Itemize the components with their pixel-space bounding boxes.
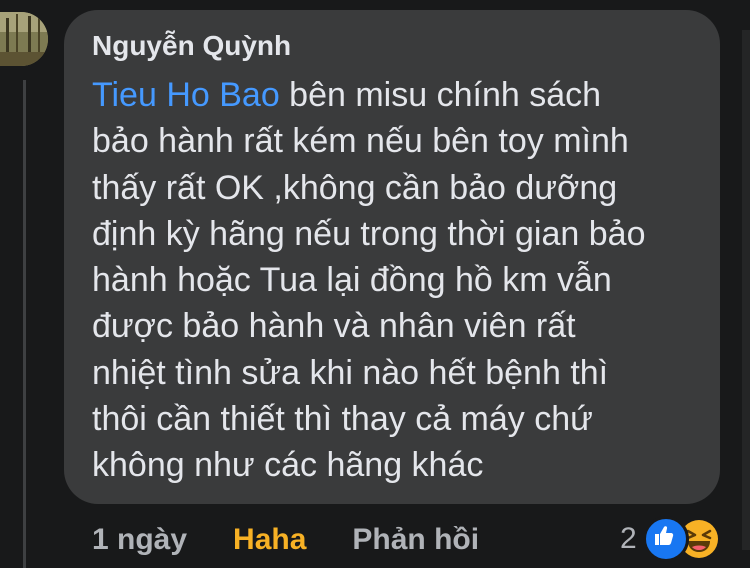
comment-actions: 1 ngày Haha Phản hồi [92,520,479,560]
comment-line: không như các hãng khác [92,446,484,485]
thread-line [23,80,26,568]
comment-line: bên misu chính sách [279,76,602,114]
scrollbar[interactable] [742,30,750,550]
like-icon [642,516,689,562]
comment-author[interactable]: Nguyễn Quỳnh [92,28,696,64]
comment-thread: Nguyễn Quỳnh Tieu Ho Bao bên misu chính … [0,0,750,568]
reaction-summary[interactable]: 2 [620,516,719,562]
comment-line: thấy rất OK ,không cần bảo dưỡng [92,168,618,207]
reaction-count: 2 [620,522,637,555]
comment-line: nhiệt tình sửa khi nào hết bệnh thì [92,353,609,392]
comment-line: bảo hành rất kém nếu bên toy mình [92,122,629,161]
avatar[interactable] [0,12,48,66]
comment-line: định kỳ hãng nếu trong thời gian bảo [92,214,646,253]
comment-line: được bảo hành và nhân viên rất [92,307,576,346]
comment-body: Tieu Ho Bao bên misu chính sách bảo hành … [92,72,692,489]
haha-reaction-button[interactable]: Haha [233,523,306,557]
comment-line: thôi cần thiết thì thay cả máy chứ [92,400,593,439]
mention-link[interactable]: Tieu Ho Bao [92,76,280,114]
timestamp-link[interactable]: 1 ngày [92,523,187,557]
reply-button[interactable]: Phản hồi [352,523,479,557]
comment-bubble: Nguyễn Quỳnh Tieu Ho Bao bên misu chính … [64,10,720,504]
comment-line: hành hoặc Tua lại đồng hồ km vẫn [92,261,612,300]
